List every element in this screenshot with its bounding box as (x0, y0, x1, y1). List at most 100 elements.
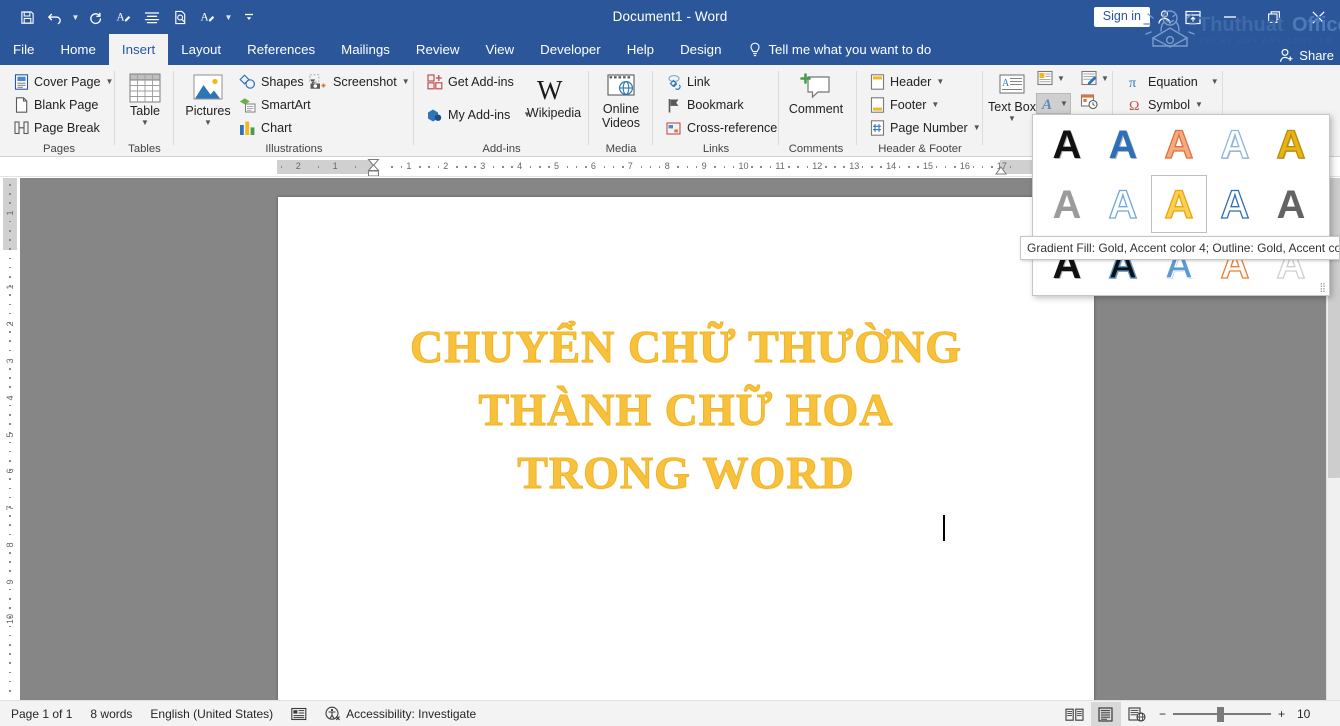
tell-me-search[interactable]: Tell me what you want to do (734, 34, 941, 65)
date-time-button[interactable] (1080, 93, 1098, 110)
table-button[interactable]: Table ▼ (120, 70, 170, 136)
pictures-button[interactable]: Pictures ▼ (181, 70, 235, 136)
wordart-style-fill-white-outline-accent-1-shadow[interactable]: AA (1207, 115, 1263, 173)
ribbon-display-options-icon[interactable] (1178, 2, 1208, 32)
quick-parts-caret-icon[interactable]: ▼ (1057, 75, 1065, 83)
link-button[interactable]: Link (662, 71, 714, 93)
wordart-style-gradient-fill-gold-accent-4-outline-gold-accent-4[interactable]: A (1151, 175, 1207, 233)
cover-page-caret-icon[interactable]: ▼ (106, 78, 114, 86)
web-layout-view-button[interactable] (1122, 702, 1152, 726)
accessibility-status-button[interactable]: Accessibility: Investigate (316, 703, 485, 725)
share-button[interactable]: Share (1279, 48, 1334, 63)
tab-help[interactable]: Help (614, 34, 667, 65)
page-break-button[interactable]: Page Break (10, 117, 104, 139)
ruler-dot (834, 166, 836, 168)
proofing-status-button[interactable] (282, 703, 316, 725)
zoom-level-value[interactable]: 10 (1292, 707, 1336, 721)
screenshot-button[interactable]: Screenshot ▼ (305, 71, 414, 93)
document-page[interactable]: CHUYỂN CHỮ THƯỜNG THÀNH CHỮ HOA TRONG WO… (278, 197, 1094, 726)
drop-cap-button[interactable]: ▼ (1080, 70, 1109, 87)
zoom-out-button[interactable]: − (1153, 703, 1172, 725)
tab-insert[interactable]: Insert (109, 34, 168, 65)
tab-mailings[interactable]: Mailings (328, 34, 403, 65)
gallery-resize-grip-icon[interactable]: ⣿ (1319, 282, 1325, 293)
cover-page-button[interactable]: Cover Page ▼ (10, 71, 117, 93)
wikipedia-button[interactable]: W Wikipedia (525, 70, 583, 136)
quick-parts-button[interactable]: ▼ (1036, 70, 1065, 87)
tab-view[interactable]: View (473, 34, 528, 65)
cross-reference-button[interactable]: Cross-reference (662, 117, 781, 139)
word-count[interactable]: 8 words (81, 703, 141, 725)
symbol-caret-icon[interactable]: ▼ (1195, 101, 1203, 109)
blank-page-button[interactable]: Blank Page (10, 94, 102, 116)
footer-button[interactable]: Footer ▼ (866, 94, 943, 116)
wordart-style-fill-white-outline-accent-1-glow-accent-1[interactable]: A (1207, 175, 1263, 233)
restore-button[interactable] (1252, 0, 1296, 34)
zoom-slider[interactable] (1173, 702, 1271, 726)
ribbon-group-links: Link Bookmark Cross-reference Links (654, 65, 778, 157)
header-caret-icon[interactable]: ▼ (936, 78, 944, 86)
language-indicator[interactable]: English (United States) (141, 703, 282, 725)
wordart-style-fill-blue-accent-1-shadow[interactable]: AA (1095, 115, 1151, 173)
wordart-letter-a-icon: A (1101, 181, 1145, 227)
online-videos-button[interactable]: Online Videos (594, 70, 648, 138)
tab-references[interactable]: References (234, 34, 328, 65)
print-layout-view-button[interactable] (1091, 702, 1121, 726)
header-button[interactable]: Header ▼ (866, 71, 948, 93)
screenshot-caret-icon[interactable]: ▼ (402, 78, 410, 86)
cross-reference-icon (666, 121, 682, 136)
smartart-button[interactable]: SmartArt (235, 94, 315, 116)
minimize-button[interactable] (1208, 0, 1252, 34)
vruler-number: 10 (5, 611, 15, 627)
tab-developer[interactable]: Developer (527, 34, 614, 65)
vertical-ruler[interactable]: 2112345678910 (0, 178, 20, 700)
wordart-document-text[interactable]: CHUYỂN CHỮ THƯỜNG THÀNH CHỮ HOA TRONG WO… (278, 315, 1094, 504)
get-addins-button[interactable]: Get Add-ins (423, 71, 518, 93)
page-number-button[interactable]: Page Number ▼ (866, 117, 985, 139)
text-box-caret-icon[interactable]: ▼ (1008, 115, 1016, 123)
tab-review[interactable]: Review (403, 34, 473, 65)
tab-layout[interactable]: Layout (168, 34, 234, 65)
zoom-in-button[interactable]: + (1272, 703, 1291, 725)
wordart-caret-icon[interactable]: ▼ (1060, 100, 1068, 108)
page-indicator[interactable]: Page 1 of 1 (2, 703, 81, 725)
chart-button[interactable]: Chart (235, 117, 296, 139)
vruler-dot (9, 662, 11, 664)
close-button[interactable] (1296, 0, 1340, 34)
sign-in-button[interactable]: Sign in (1094, 7, 1150, 27)
tab-file[interactable]: File (0, 34, 47, 65)
account-person-icon[interactable] (1154, 6, 1174, 28)
ribbon-group-comments: Comment Comments (780, 65, 852, 157)
table-caret-icon[interactable]: ▼ (141, 119, 149, 127)
text-box-button[interactable]: A Text Box ▼ (988, 70, 1036, 138)
read-mode-view-button[interactable] (1060, 702, 1090, 726)
wordart-style-fill-blue-accent-1-outline-background-1-hard-shadow-accent-1[interactable]: A (1095, 175, 1151, 233)
vruler-dot (9, 368, 11, 370)
page-number-caret-icon[interactable]: ▼ (973, 124, 981, 132)
footer-caret-icon[interactable]: ▼ (931, 101, 939, 109)
zoom-slider-thumb[interactable] (1217, 707, 1224, 722)
tab-home[interactable]: Home (47, 34, 108, 65)
wordart-style-fill-gray-25-background-2-inner-shadow[interactable]: A (1263, 175, 1319, 233)
wordart-style-fill-orange-accent-2-outline-accent-2[interactable]: A (1151, 115, 1207, 173)
bookmark-button[interactable]: Bookmark (662, 94, 748, 116)
comment-button[interactable]: Comment (784, 70, 848, 136)
wordart-style-fill-black-text-1-shadow[interactable]: AA (1039, 115, 1095, 173)
right-indent-marker-icon[interactable] (995, 165, 1007, 175)
indent-markers-icon[interactable] (367, 158, 380, 177)
wordart-button[interactable]: A ▼ (1036, 93, 1071, 114)
proofing-icon (291, 707, 307, 721)
wordart-style-fill-gold-accent-4-soft-bevel[interactable]: AA (1263, 115, 1319, 173)
ribbon-group-addins: Get Add-ins My Add-ins ▼ W Wikipedia Add… (415, 65, 588, 157)
pictures-caret-icon[interactable]: ▼ (204, 119, 212, 127)
equation-button[interactable]: π Equation ▼ (1124, 71, 1223, 93)
wordart-style-gallery[interactable]: AAAAAAAAA AAAAA AAAAAAAA ⣿ (1032, 114, 1330, 296)
tab-design[interactable]: Design (667, 34, 734, 65)
my-addins-button[interactable]: My Add-ins ▼ (423, 104, 535, 126)
vruler-dot (9, 414, 11, 416)
symbol-button[interactable]: Ω Symbol ▼ (1124, 94, 1207, 116)
wordart-style-fill-gray-50-text-2-outline-background-2[interactable]: A (1039, 175, 1095, 233)
equation-caret-icon[interactable]: ▼ (1211, 78, 1219, 86)
vruler-number: 1 (5, 279, 15, 295)
drop-cap-caret-icon[interactable]: ▼ (1101, 75, 1109, 83)
